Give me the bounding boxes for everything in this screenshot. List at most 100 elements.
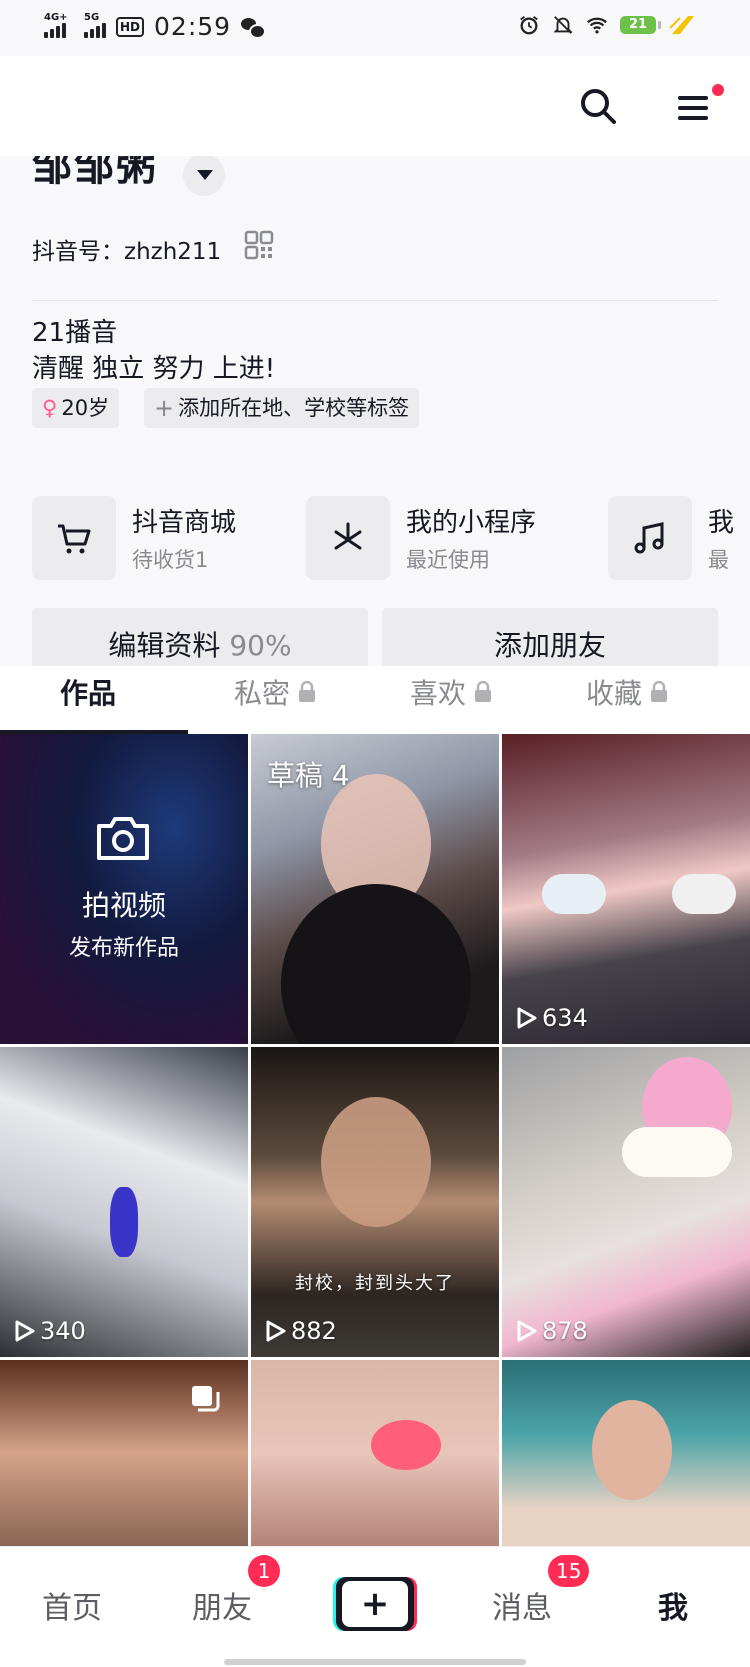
nickname: 邹邹粥 bbox=[32, 156, 158, 190]
alarm-icon bbox=[520, 16, 538, 35]
add-tags-button[interactable]: + 添加所在地、学校等标签 bbox=[144, 388, 420, 428]
service-music[interactable]: 我 最 bbox=[608, 496, 750, 580]
service-subtitle: 待收货1 bbox=[132, 548, 209, 572]
tab-likes[interactable]: 喜欢 bbox=[410, 672, 492, 712]
add-tags-label: 添加所在地、学校等标签 bbox=[178, 396, 410, 420]
bottom-nav: 首页 朋友 1 + 消息 15 我 bbox=[0, 1546, 750, 1667]
tab-favorites[interactable]: 收藏 bbox=[586, 672, 668, 712]
menu-notification-dot bbox=[712, 84, 724, 96]
drafts-tile[interactable]: 草稿 4 bbox=[251, 734, 499, 1044]
play-icon bbox=[15, 1320, 35, 1342]
post-button[interactable]: + bbox=[336, 1577, 414, 1631]
wifi-icon bbox=[587, 17, 607, 34]
menu-icon[interactable] bbox=[672, 88, 712, 128]
thumbnail-image bbox=[110, 1187, 138, 1257]
status-time: 02:59 bbox=[154, 12, 232, 41]
top-header bbox=[0, 56, 750, 156]
camera-icon bbox=[97, 817, 149, 860]
service-shop[interactable]: 抖音商城 待收货1 bbox=[32, 496, 292, 580]
account-switch-chevron-icon[interactable] bbox=[183, 156, 225, 196]
female-icon: ♀ bbox=[42, 396, 58, 420]
play-count: 878 bbox=[516, 1317, 588, 1345]
friends-badge: 1 bbox=[248, 1555, 280, 1587]
play-count: 340 bbox=[14, 1317, 86, 1345]
network-label-2: 5G bbox=[84, 11, 100, 23]
drafts-label: 草稿 4 bbox=[267, 759, 350, 792]
cell-signal-icon-1: 4G+ bbox=[44, 12, 68, 38]
battery-icon: 21 bbox=[620, 16, 661, 34]
age-tag: ♀ 20岁 bbox=[32, 388, 120, 428]
plus-icon: + bbox=[154, 394, 175, 422]
lock-icon bbox=[299, 681, 316, 702]
tab-label: 作品 bbox=[60, 677, 117, 710]
play-count: 882 bbox=[265, 1317, 337, 1345]
video-tile[interactable]: 封校，封到头大了 882 bbox=[251, 1047, 499, 1357]
profile-completion-percent: 90% bbox=[229, 629, 292, 662]
tab-label: 私密 bbox=[234, 677, 291, 710]
play-icon bbox=[517, 1320, 537, 1342]
video-tile[interactable]: 634 bbox=[502, 734, 750, 1044]
nav-me[interactable]: 我 bbox=[658, 1583, 688, 1627]
cart-icon bbox=[32, 496, 116, 580]
wechat-icon bbox=[241, 17, 267, 39]
play-count-value: 882 bbox=[291, 1317, 337, 1345]
shoot-video-title: 拍视频 bbox=[81, 889, 166, 922]
douyin-id: 抖音号：zhzh211 bbox=[32, 239, 222, 265]
mute-bell-icon bbox=[553, 16, 573, 34]
network-label-1: 4G+ bbox=[44, 11, 68, 23]
service-title: 我的小程序 bbox=[406, 508, 537, 538]
shoot-video-tile[interactable]: 拍视频 发布新作品 bbox=[0, 734, 248, 1044]
lock-icon bbox=[475, 681, 492, 702]
play-count: 634 bbox=[516, 1004, 588, 1032]
thumbnail-image bbox=[281, 884, 471, 1044]
charging-bolt-icon bbox=[669, 16, 694, 34]
divider bbox=[32, 300, 718, 301]
play-count-value: 634 bbox=[542, 1004, 588, 1032]
bio-line-1: 21播音 bbox=[32, 318, 118, 348]
video-tile[interactable] bbox=[502, 1360, 750, 1546]
thumbnail-image bbox=[321, 1097, 431, 1227]
video-tile[interactable]: 340 bbox=[0, 1047, 248, 1357]
cell-signal-icon-2: 5G bbox=[84, 12, 106, 38]
thumbnail-image bbox=[371, 1420, 441, 1470]
profile-section: 邹邹粥 抖音号：zhzh211 21播音 清醒 独立 努力 上进! ♀ 20岁 … bbox=[0, 156, 750, 734]
home-indicator[interactable] bbox=[224, 1659, 526, 1665]
nav-messages[interactable]: 消息 bbox=[492, 1583, 552, 1627]
thumbnail-image bbox=[622, 1127, 732, 1177]
nav-friends[interactable]: 朋友 bbox=[192, 1583, 252, 1627]
play-count-value: 340 bbox=[40, 1317, 86, 1345]
video-tile[interactable]: 878 bbox=[502, 1047, 750, 1357]
video-tile[interactable] bbox=[0, 1360, 248, 1546]
service-subtitle: 最 bbox=[708, 548, 729, 572]
service-mini-program[interactable]: 我的小程序 最近使用 bbox=[306, 496, 586, 580]
tab-label: 喜欢 bbox=[410, 677, 467, 710]
search-icon[interactable] bbox=[578, 86, 618, 126]
qr-code-icon[interactable] bbox=[244, 230, 274, 260]
shoot-video-subtitle: 发布新作品 bbox=[68, 936, 179, 961]
plus-icon: + bbox=[360, 1584, 390, 1624]
video-tile[interactable] bbox=[251, 1360, 499, 1546]
tab-works[interactable]: 作品 bbox=[60, 672, 116, 712]
tab-label: 收藏 bbox=[586, 677, 643, 710]
play-count-value: 878 bbox=[542, 1317, 588, 1345]
mini-program-icon bbox=[306, 496, 390, 580]
thumbnail-image bbox=[592, 1400, 672, 1500]
nav-home[interactable]: 首页 bbox=[42, 1583, 102, 1627]
thumbnail-image bbox=[542, 874, 606, 914]
play-icon bbox=[517, 1007, 537, 1029]
music-icon bbox=[608, 496, 692, 580]
video-caption: 封校，封到头大了 bbox=[295, 1273, 455, 1294]
content-tabs: 作品 私密 喜欢 收藏 bbox=[0, 666, 750, 734]
service-title: 我 bbox=[708, 508, 735, 538]
thumbnail-image bbox=[672, 874, 736, 914]
service-subtitle: 最近使用 bbox=[406, 548, 490, 572]
status-bar: 4G+ 5G HD 02:59 21 bbox=[0, 0, 750, 56]
messages-badge: 15 bbox=[548, 1555, 590, 1587]
hd-voice-icon: HD bbox=[116, 16, 145, 37]
edit-profile-label: 编辑资料 bbox=[108, 629, 221, 662]
lock-icon bbox=[651, 681, 668, 702]
age-tag-label: 20岁 bbox=[61, 396, 110, 420]
bio-line-2: 清醒 独立 努力 上进! bbox=[32, 354, 276, 384]
tab-private[interactable]: 私密 bbox=[234, 672, 316, 712]
multi-image-icon bbox=[192, 1386, 220, 1412]
